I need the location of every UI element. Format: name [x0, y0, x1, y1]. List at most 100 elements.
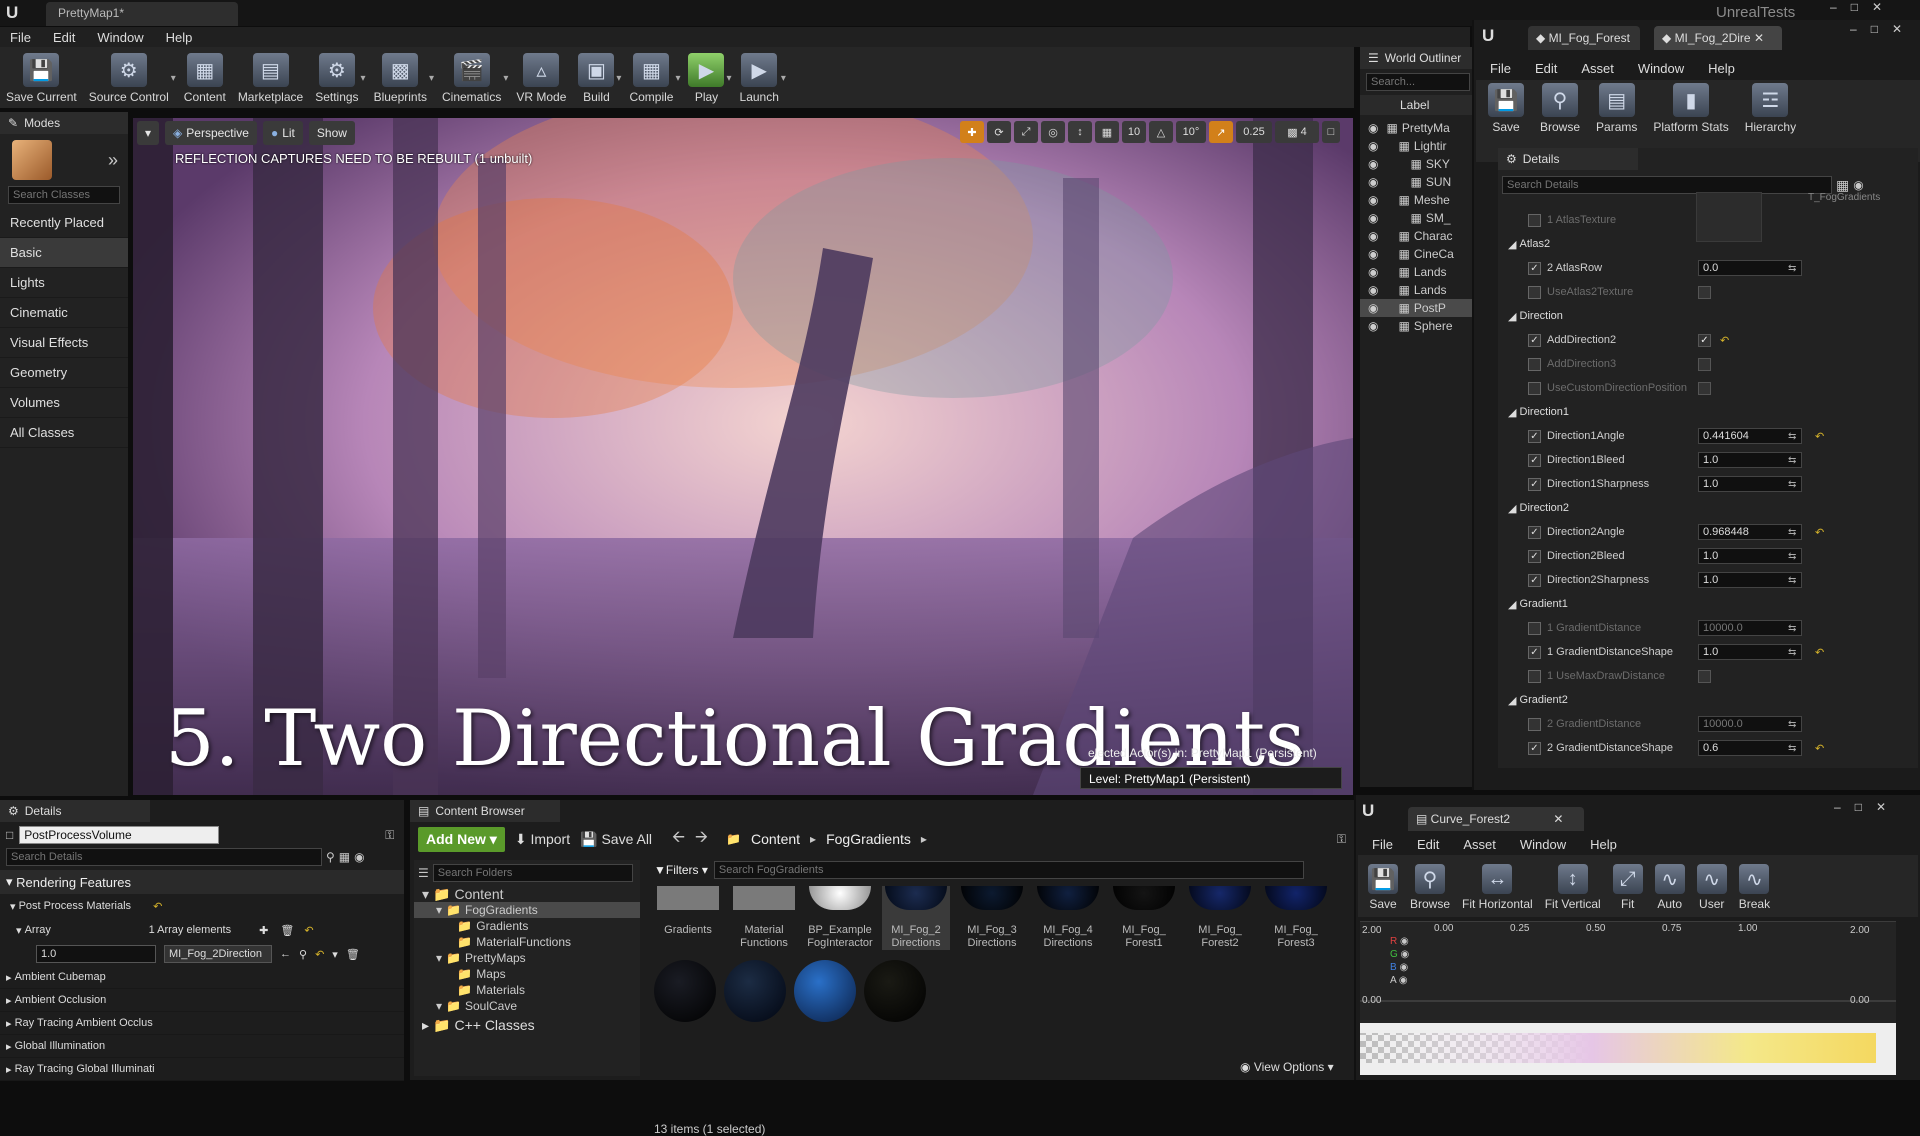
window-controls[interactable]: – □ ✕	[1850, 22, 1902, 36]
outliner-item[interactable]: ◉ ▦ Lands	[1360, 281, 1472, 299]
reset-icon[interactable]: ↶	[1720, 334, 1729, 347]
params-button[interactable]: ▤ Params	[1590, 80, 1643, 138]
outliner-item[interactable]: ◉ ▦ PrettyMa	[1360, 119, 1472, 137]
array-element-row[interactable]: 1.0 MI_Fog_2Direction ← ⚲ ↶ ▾ 🗑	[0, 942, 404, 966]
import-button[interactable]: ⬇ Import	[515, 831, 570, 848]
param-value-input[interactable]: 1.0	[1698, 644, 1802, 660]
close-icon[interactable]: ✕	[1876, 800, 1886, 814]
reset-icon[interactable]: ↶	[1815, 430, 1824, 443]
minimize-icon[interactable]: –	[1830, 0, 1837, 14]
outliner-item[interactable]: ◉ ▦ SUN	[1360, 173, 1472, 191]
world-icon[interactable]: ◎	[1041, 121, 1065, 143]
outliner-item[interactable]: ◉ ▦ Lands	[1360, 263, 1472, 281]
drag-arrows-icon[interactable]: ⇆	[1788, 551, 1796, 562]
element-asset-select[interactable]: MI_Fog_2Direction	[164, 945, 272, 963]
asset-tile[interactable]: MI_Fog_4 Directions	[1034, 886, 1102, 950]
channel-r[interactable]: R ◉	[1390, 935, 1409, 948]
search-icon[interactable]: ⚲	[326, 850, 335, 864]
section-ray-tracing-ambient-occlus[interactable]: ▸ Ray Tracing Ambient Occlus	[0, 1012, 404, 1035]
post-process-materials-row[interactable]: ▾ Post Process Materials ↶	[0, 894, 404, 918]
asset-tile[interactable]: Material Functions	[730, 886, 798, 950]
param-value-input[interactable]: 1.0	[1698, 476, 1802, 492]
asset-thumbnail[interactable]	[654, 960, 716, 1022]
chevron-icon[interactable]	[450, 967, 453, 981]
group-direction[interactable]: ◢ Direction	[1498, 304, 1918, 328]
section-global-illumination[interactable]: ▸ Global Illumination	[0, 1035, 404, 1058]
break-button[interactable]: ∿ Break	[1735, 855, 1774, 915]
eye-icon[interactable]: ◉	[1368, 121, 1378, 135]
override-checkbox[interactable]: ✓	[1528, 549, 1541, 563]
asset-tile[interactable]: MI_Fog_ Forest1	[1110, 886, 1178, 950]
browse-button[interactable]: ⚲ Browse	[1406, 855, 1454, 915]
asset-tile[interactable]: MI_Fog_3 Directions	[958, 886, 1026, 950]
tree-options-icon[interactable]: ☰	[418, 866, 429, 880]
override-checkbox[interactable]	[1528, 669, 1541, 683]
eye-icon[interactable]: ◉	[1368, 139, 1378, 153]
chevron-icon[interactable]: ▾	[436, 903, 442, 917]
folder-materialfunctions[interactable]: 📁 MaterialFunctions	[414, 934, 640, 950]
folder-gradients[interactable]: 📁 Gradients	[414, 918, 640, 934]
drag-arrows-icon[interactable]: ⇆	[1788, 719, 1796, 730]
rotation-snap-icon[interactable]: △	[1149, 121, 1173, 143]
drag-arrows-icon[interactable]: ⇆	[1788, 431, 1796, 442]
filters-button[interactable]: ▼Filters ▾	[654, 863, 708, 877]
expand-modes-icon[interactable]: »	[108, 150, 118, 171]
view-options-button[interactable]: ◉ View Options ▾	[1240, 1060, 1334, 1074]
array-row[interactable]: ▾ Array 1 Array elements ✚ 🗑 ↶	[0, 918, 404, 942]
maximize-icon[interactable]: □	[1851, 0, 1858, 14]
outliner-item[interactable]: ◉ ▦ SKY	[1360, 155, 1472, 173]
section-ray-tracing-global-illuminati[interactable]: ▸ Ray Tracing Global Illuminati	[0, 1058, 404, 1081]
chevron-icon[interactable]: ▾	[422, 886, 429, 902]
reset-icon[interactable]: ↶	[1815, 526, 1824, 539]
override-checkbox[interactable]	[1528, 621, 1541, 635]
channel-b[interactable]: B ◉	[1390, 961, 1409, 974]
eye-icon[interactable]: ◉	[1398, 949, 1410, 960]
mi-fog-2dire-tab[interactable]: ◆ MI_Fog_2Dire ✕	[1654, 26, 1782, 50]
menu-window[interactable]: Window	[1638, 61, 1684, 76]
drag-arrows-icon[interactable]: ⇆	[1788, 623, 1796, 634]
param-bool-checkbox[interactable]	[1698, 669, 1711, 683]
menu-window[interactable]: Window	[97, 30, 143, 45]
maximize-icon[interactable]: □	[1871, 22, 1878, 36]
search-assets-input[interactable]	[713, 861, 1304, 879]
use-selected-icon[interactable]: ←	[280, 948, 291, 960]
folder-content[interactable]: ▾ 📁 Content	[414, 886, 640, 902]
cpp-classes-folder[interactable]: ▸ 📁 C++ Classes	[414, 1016, 640, 1034]
section-ambient-cubemap[interactable]: ▸ Ambient Cubemap	[0, 966, 404, 989]
browse-button[interactable]: ⚲ Browse	[1534, 80, 1586, 138]
scale-snap-icon[interactable]: ↗	[1209, 121, 1233, 143]
mode-category-recently-placed[interactable]: Recently Placed	[0, 208, 128, 238]
eye-icon[interactable]: ◉	[1368, 193, 1378, 207]
eye-icon[interactable]: ◉	[1396, 975, 1408, 986]
curve-graph[interactable]: 2.00 0.00 2.00 0.00 0.00 0.25 0.50 0.75 1.00…	[1360, 921, 1896, 1075]
override-checkbox[interactable]: ✓	[1528, 429, 1541, 443]
eye-icon[interactable]: ◉	[1397, 962, 1408, 973]
param-bool-checkbox[interactable]	[1698, 357, 1711, 371]
param-bool-checkbox[interactable]	[1698, 381, 1711, 395]
mode-category-basic[interactable]: Basic	[0, 238, 128, 268]
override-checkbox[interactable]: ✓	[1528, 477, 1541, 491]
details-header[interactable]: ⚙ Details	[1498, 148, 1638, 170]
eye-icon[interactable]: ◉	[1368, 283, 1378, 297]
chevron-icon[interactable]	[450, 919, 453, 933]
search-details-input[interactable]	[6, 848, 322, 866]
scale-snap-value[interactable]: 0.25	[1236, 121, 1272, 143]
platform-stats-button[interactable]: ▮ Platform Stats	[1647, 80, 1734, 138]
eye-icon[interactable]: ◉	[1397, 936, 1409, 947]
eye-icon[interactable]: ◉	[1368, 247, 1378, 261]
reset-icon[interactable]: ↶	[1815, 646, 1824, 659]
channel-a[interactable]: A ◉	[1390, 974, 1409, 987]
eye-icon[interactable]: ◉	[1368, 265, 1378, 279]
outliner-header[interactable]: ☰ World Outliner	[1360, 47, 1472, 69]
lock-icon[interactable]: ⚿	[1337, 832, 1346, 847]
add-element-icon[interactable]: ✚	[259, 924, 268, 937]
hierarchy-button[interactable]: ☲ Hierarchy	[1739, 80, 1802, 138]
chevron-down-icon[interactable]: ▾	[726, 73, 731, 84]
eye-icon[interactable]: ◉	[1368, 301, 1378, 315]
search-classes-input[interactable]	[8, 186, 120, 204]
menu-window[interactable]: Window	[1520, 837, 1566, 852]
override-checkbox[interactable]	[1528, 285, 1541, 299]
override-checkbox[interactable]: ✓	[1528, 333, 1541, 347]
asset-thumbnail[interactable]	[724, 960, 786, 1022]
asset-tile[interactable]: MI_Fog_ Forest2	[1186, 886, 1254, 950]
